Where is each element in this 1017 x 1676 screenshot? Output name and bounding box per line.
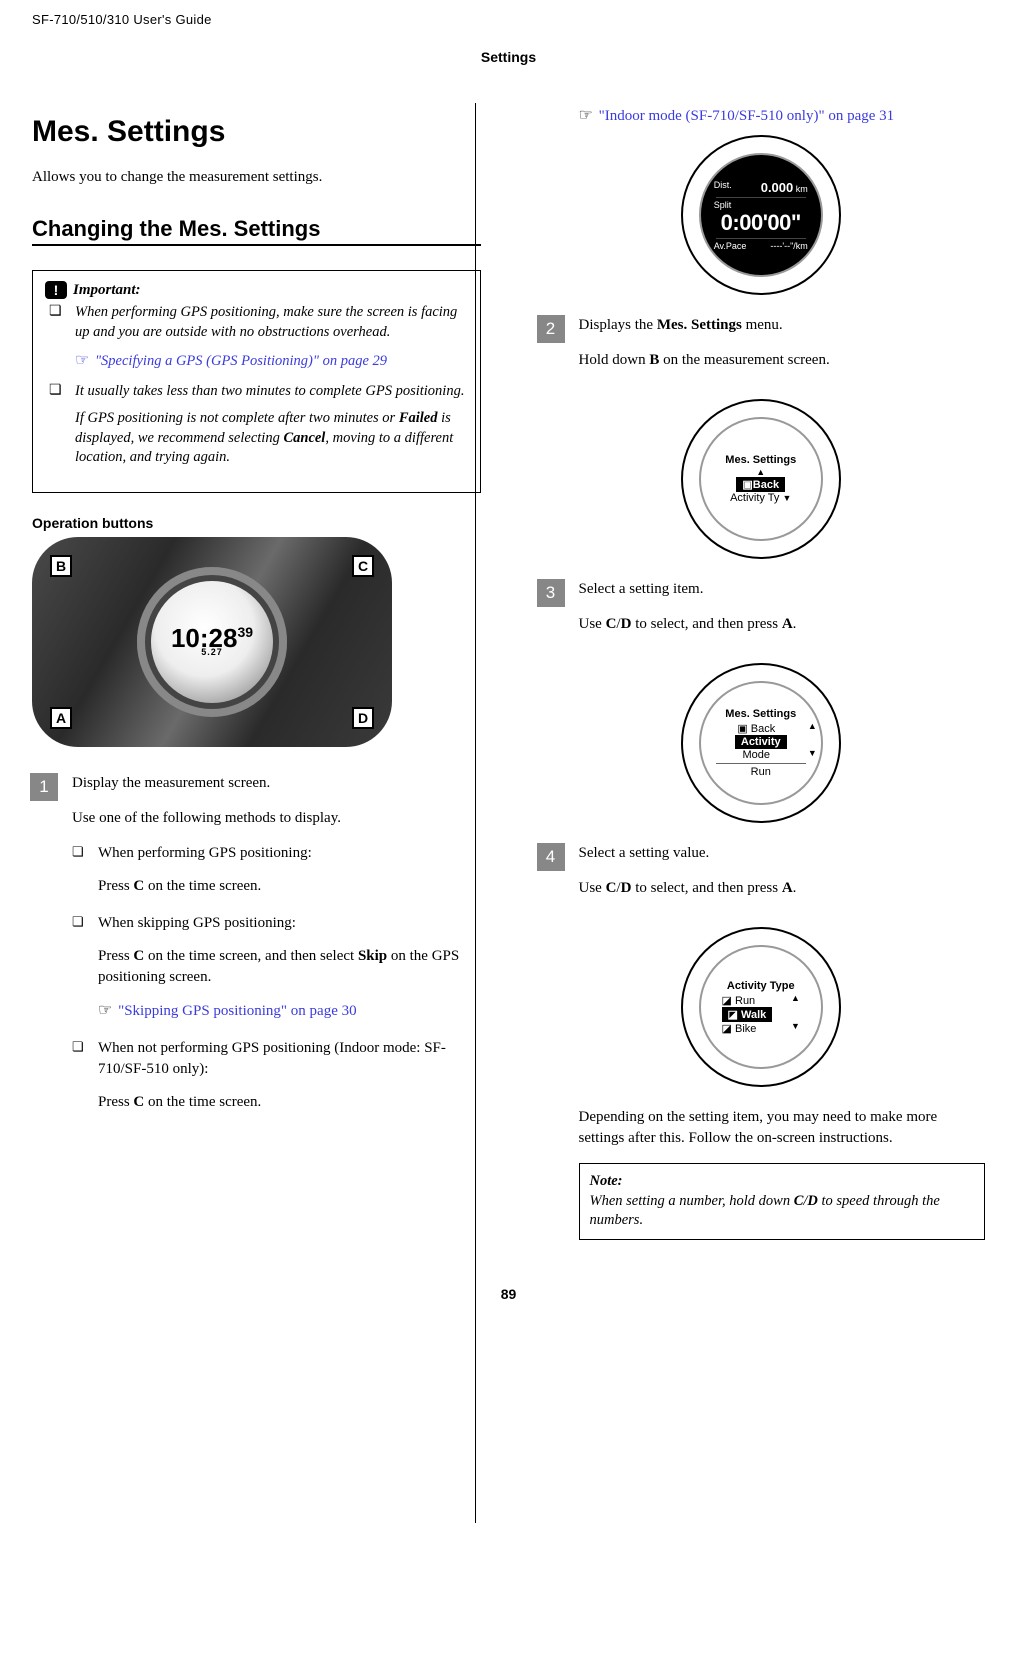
watch-face: 10:2839 5.27 [137, 567, 287, 717]
page-number: 89 [32, 1286, 985, 1302]
step-text: Use one of the following methods to disp… [72, 808, 481, 829]
step-2: 2 Displays the Mes. Settings menu. Hold … [537, 315, 986, 385]
device-screen: Dist.0.000 km Split 0:00'00" Av.Pace----… [681, 135, 841, 295]
note-title: Note: [590, 1173, 623, 1189]
cross-ref-link[interactable]: ☞ "Specifying a GPS (GPS Positioning)" o… [75, 350, 468, 372]
button-label-a: A [50, 707, 72, 729]
step-4: 4 Select a setting value. Use C/D to sel… [537, 843, 986, 913]
step-text: Depending on the setting item, you may n… [579, 1107, 986, 1149]
section-header: Settings [32, 49, 985, 65]
step-text: Use C/D to select, and then press A. [579, 878, 986, 899]
column-divider [475, 103, 476, 1523]
step-text: Select a setting value. [579, 843, 986, 864]
cross-ref-link[interactable]: ☞ "Skipping GPS positioning" on page 30 [98, 1000, 481, 1022]
important-icon: ! [45, 281, 67, 299]
step-number: 2 [537, 315, 565, 343]
important-item: It usually takes less than two minutes t… [45, 382, 468, 468]
important-label: Important: [73, 282, 141, 299]
step-text: Hold down B on the measurement screen. [579, 350, 986, 371]
lead-text: Allows you to change the measurement set… [32, 169, 481, 186]
step-text: Select a setting item. [579, 579, 986, 600]
device-screen: Mes. Settings ▲ ▣Back Activity Ty ▼ [681, 399, 841, 559]
list-item: When not performing GPS positioning (Ind… [72, 1038, 481, 1113]
important-item: When performing GPS positioning, make su… [45, 303, 468, 372]
watch-figure: 10:2839 5.27 A B C D [32, 537, 392, 747]
step-text: Display the measurement screen. [72, 773, 481, 794]
device-screen: Activity Type ◪ Run ▲ ◪ Walk ◪ Bike ▼ [681, 927, 841, 1087]
step-number: 4 [537, 843, 565, 871]
button-label-c: C [352, 555, 374, 577]
step-3: 3 Select a setting item. Use C/D to sele… [537, 579, 986, 649]
page-title: Mes. Settings [32, 115, 481, 149]
device-screen: Mes. Settings ▣ Back ▲ Activity Mode ▼ R… [681, 663, 841, 823]
list-item: When skipping GPS positioning: Press C o… [72, 913, 481, 1022]
step-number: 3 [537, 579, 565, 607]
note-box: Note: When setting a number, hold down C… [579, 1163, 986, 1240]
step-text: Displays the Mes. Settings menu. [579, 315, 986, 336]
step-1: 1 Display the measurement screen. Use on… [32, 773, 481, 1129]
button-label-b: B [50, 555, 72, 577]
important-box: ! Important: When performing GPS positio… [32, 270, 481, 493]
button-label-d: D [352, 707, 374, 729]
step-text: Use C/D to select, and then press A. [579, 614, 986, 635]
step-number: 1 [30, 773, 58, 801]
subheading: Changing the Mes. Settings [32, 216, 481, 246]
operation-buttons-label: Operation buttons [32, 515, 481, 531]
doc-header: SF-710/510/310 User's Guide [32, 0, 985, 31]
list-item: When performing GPS positioning: Press C… [72, 843, 481, 897]
cross-ref-link[interactable]: ☞ "Indoor mode (SF-710/SF-510 only)" on … [579, 105, 986, 125]
